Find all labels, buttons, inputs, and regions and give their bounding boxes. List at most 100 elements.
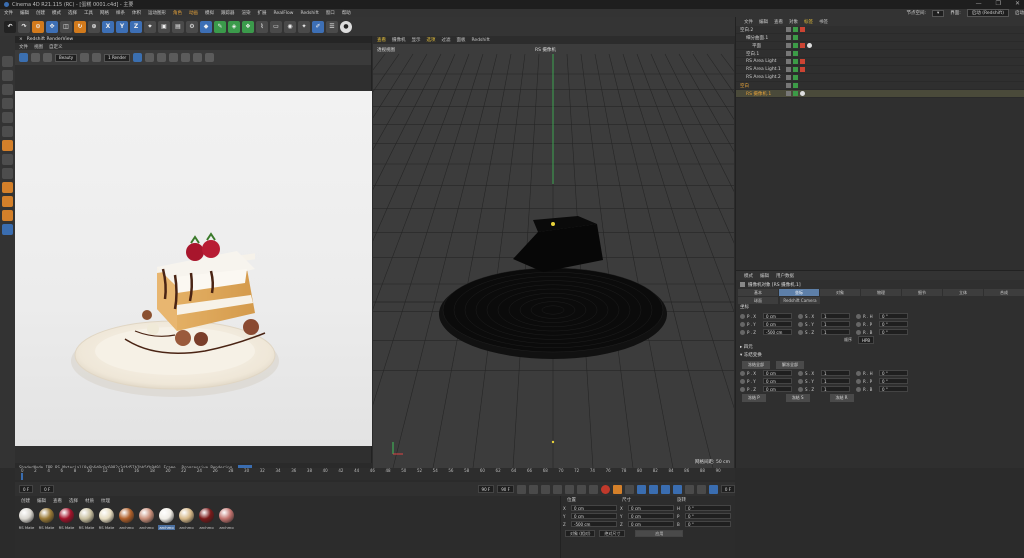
locked-workplane-icon[interactable] <box>2 210 13 221</box>
param-value-field[interactable]: 0 cm <box>763 386 792 392</box>
scale-icon[interactable]: ◫ <box>60 20 72 33</box>
om-menu-item-4[interactable]: 标签 <box>804 19 813 25</box>
param-value-field[interactable]: 0 ° <box>879 321 908 327</box>
param-value-field[interactable]: 0 cm <box>763 370 792 376</box>
coordinate-system-icon[interactable]: ⌖ <box>144 20 156 33</box>
pen-icon[interactable]: ✎ <box>214 20 226 33</box>
param-value-field[interactable]: 0 ° <box>879 386 908 392</box>
freeze-all-button[interactable]: 冻结全部 <box>742 360 770 369</box>
texture-mode-icon[interactable] <box>2 84 13 95</box>
model-mode-icon[interactable] <box>2 70 13 81</box>
settings-icon[interactable] <box>205 53 215 62</box>
am-menu-userdata[interactable]: 用户数据 <box>776 273 794 279</box>
node-space-select[interactable]: ▾ <box>931 9 945 17</box>
tag-icon[interactable] <box>793 91 798 96</box>
material-item[interactable]: archmo <box>118 508 135 530</box>
size-value-field[interactable]: 0 cm <box>628 505 674 511</box>
menu-item-14[interactable]: 渲染 <box>242 10 251 16</box>
play-icon[interactable] <box>552 484 562 494</box>
apply-button[interactable]: 应用 <box>635 530 684 537</box>
menu-item-9[interactable]: 运动图形 <box>148 10 166 16</box>
bucket-icon[interactable] <box>157 53 167 62</box>
undo-icon[interactable]: ↶ <box>4 20 16 33</box>
param-value-field[interactable]: 1 <box>821 386 850 392</box>
menu-item-12[interactable]: 模拟 <box>205 10 214 16</box>
menu-item-17[interactable]: Redshift <box>300 11 318 16</box>
fit-icon[interactable] <box>133 53 143 62</box>
material-item[interactable]: RS Mate <box>18 508 35 530</box>
keyframe-dot-icon[interactable] <box>740 378 745 384</box>
tag-icon[interactable] <box>807 43 812 48</box>
expand-icon[interactable] <box>181 53 191 62</box>
size-value-field[interactable]: 0 cm <box>628 513 674 519</box>
material-item[interactable]: archmo <box>178 508 195 530</box>
prev-key-icon[interactable] <box>528 484 538 494</box>
om-menu-item-0[interactable]: 文件 <box>744 19 753 25</box>
object-row[interactable]: RS Area Light <box>736 58 1024 66</box>
paint-icon[interactable]: ✐ <box>312 20 324 33</box>
pos-value-field[interactable]: -500 cm <box>571 521 617 527</box>
subtab-redshift-camera[interactable]: Redshift Camera <box>780 297 820 304</box>
viewport-canvas[interactable]: 透视视图 RS 摄像机 网格间距: 50 cm <box>373 44 734 468</box>
workplane-icon[interactable] <box>2 196 13 207</box>
param-value-field[interactable]: 0 ° <box>879 370 908 376</box>
object-row[interactable]: 细分曲面.1 <box>736 34 1024 42</box>
tag-icon[interactable] <box>793 75 798 80</box>
tag-icon[interactable] <box>800 67 805 72</box>
param-value-field[interactable]: 0 cm <box>763 313 792 319</box>
freeze-r-button[interactable]: 冻结 R <box>829 393 854 402</box>
aov-select[interactable]: Beauty <box>55 53 78 62</box>
tag-icon[interactable] <box>793 67 798 72</box>
snapshot-icon[interactable] <box>80 53 90 62</box>
tag-icon[interactable] <box>800 43 805 48</box>
make-editable-icon[interactable] <box>2 56 13 67</box>
cube-icon[interactable]: ◆ <box>200 20 212 33</box>
material-menu-item-1[interactable]: 编辑 <box>37 498 46 504</box>
render-settings-icon[interactable]: ⚙ <box>186 20 198 33</box>
keyframe-dot-icon[interactable] <box>740 386 745 392</box>
subdivision-icon[interactable]: ◈ <box>228 20 240 33</box>
coord-mode-select[interactable]: 对象 (相对) <box>565 530 596 537</box>
visibility-icon[interactable] <box>786 75 791 80</box>
visibility-icon[interactable] <box>786 51 791 56</box>
timeline-settings-icon[interactable] <box>696 484 706 494</box>
freeze-s-button[interactable]: 冻结 S <box>785 393 810 402</box>
am-menu-mode[interactable]: 模式 <box>744 273 753 279</box>
attr-tab-1[interactable]: 坐标 <box>779 289 819 296</box>
redo-icon[interactable]: ↷ <box>18 20 30 33</box>
rv-menu-file[interactable]: 文件 <box>19 44 28 50</box>
zoom-select[interactable]: 1 Render <box>104 53 131 62</box>
autokey-icon[interactable] <box>612 484 622 494</box>
material-menu-item-2[interactable]: 查看 <box>53 498 62 504</box>
param-value-field[interactable]: -500 cm <box>763 329 792 335</box>
visibility-icon[interactable] <box>786 67 791 72</box>
menu-item-6[interactable]: 网格 <box>100 10 109 16</box>
render-picture-viewer-icon[interactable]: ▤ <box>172 20 184 33</box>
size-value-field[interactable]: 0 cm <box>628 521 674 527</box>
keyframe-dot-icon[interactable] <box>740 329 745 335</box>
order-select[interactable]: HPB <box>858 336 875 344</box>
object-row[interactable]: 平面 <box>736 42 1024 50</box>
x-axis-button[interactable]: X <box>102 20 114 33</box>
viewport-menu-item-0[interactable]: 查看 <box>377 37 386 43</box>
tag-icon[interactable] <box>800 59 805 64</box>
tweak-icon[interactable] <box>2 154 13 165</box>
material-menu-item-3[interactable]: 选择 <box>69 498 78 504</box>
visibility-icon[interactable] <box>786 43 791 48</box>
menu-item-10[interactable]: 角色 <box>173 10 182 16</box>
keyframe-dot-icon[interactable] <box>856 386 861 392</box>
visibility-icon[interactable] <box>786 35 791 40</box>
cloner-icon[interactable]: ❖ <box>242 20 254 33</box>
object-row[interactable]: RS 摄像机.1 <box>736 90 1024 98</box>
scale-key-icon[interactable] <box>660 484 670 494</box>
menu-item-13[interactable]: 跟踪器 <box>221 10 235 16</box>
keyframe-dot-icon[interactable] <box>798 370 803 376</box>
layout-select[interactable]: 启动 (Redshift) <box>966 9 1009 17</box>
close-button[interactable]: ✕ <box>1015 0 1020 7</box>
render-canvas[interactable] <box>15 91 372 446</box>
menu-item-4[interactable]: 选择 <box>68 10 77 16</box>
keyframe-dot-icon[interactable] <box>856 313 861 319</box>
param-value-field[interactable]: 1 <box>821 370 850 376</box>
viewport-menu-item-3[interactable]: 选项 <box>427 37 436 43</box>
menu-item-7[interactable]: 样条 <box>116 10 125 16</box>
